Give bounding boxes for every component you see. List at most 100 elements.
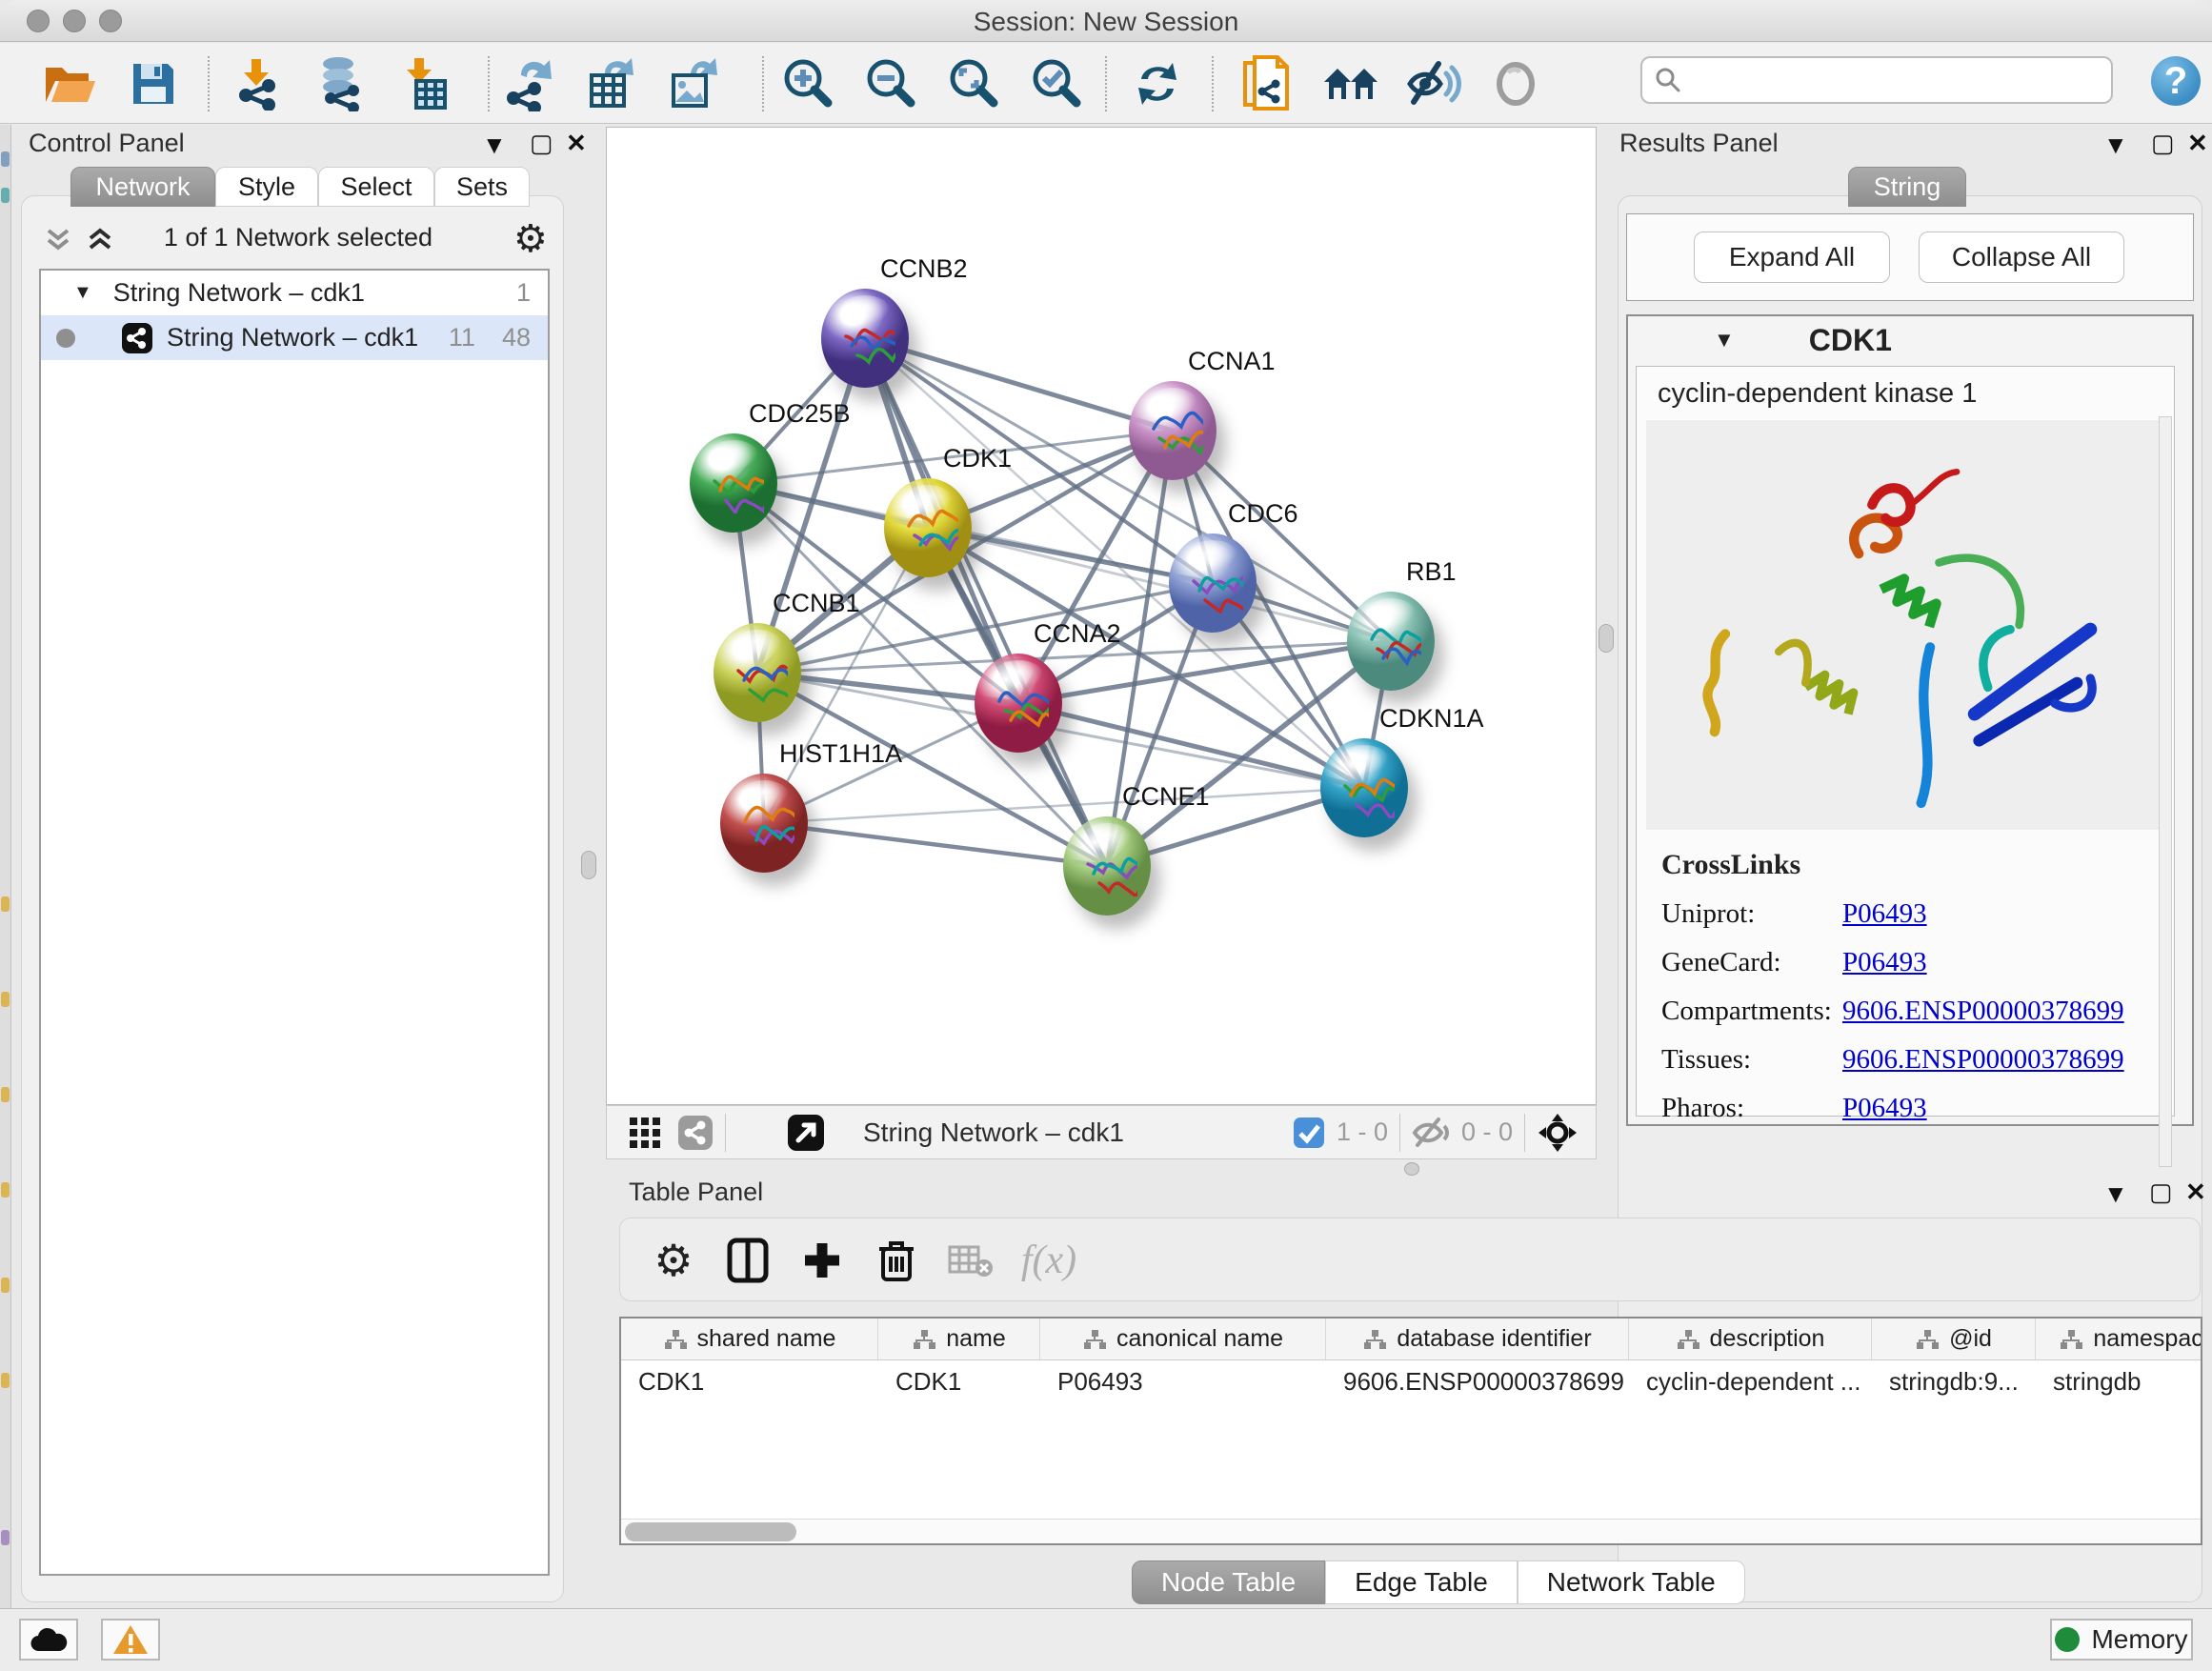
results-scrollbar[interactable] bbox=[2159, 416, 2172, 1167]
table-options-gear-icon[interactable]: ⚙ bbox=[645, 1232, 702, 1289]
column-header-canonicalname[interactable]: canonical name bbox=[1040, 1319, 1326, 1359]
crosslink-link[interactable]: P06493 bbox=[1842, 1093, 1927, 1124]
zoom-in-button[interactable] bbox=[775, 52, 838, 115]
table-row[interactable]: CDK1CDK1P064939606.ENSP00000378699cyclin… bbox=[621, 1360, 2202, 1402]
protein-node-cdkn1a[interactable] bbox=[1320, 738, 1408, 837]
copy-network-button[interactable] bbox=[1235, 52, 1297, 115]
table-cell[interactable]: 9606.ENSP00000378699 bbox=[1326, 1360, 1629, 1402]
protein-node-ccna1[interactable] bbox=[1129, 381, 1217, 480]
column-header-id[interactable]: @id bbox=[1872, 1319, 2036, 1359]
crosslink-link[interactable]: P06493 bbox=[1842, 947, 1927, 978]
collapse-all-button[interactable]: Collapse All bbox=[1919, 232, 2124, 283]
delete-table-icon[interactable] bbox=[942, 1232, 999, 1289]
hide-selected-button[interactable] bbox=[1402, 52, 1465, 115]
delete-column-trash-icon[interactable] bbox=[868, 1232, 925, 1289]
network-edge[interactable] bbox=[865, 338, 1173, 431]
section-expander-icon[interactable]: ▼ bbox=[1714, 328, 1735, 352]
network-edge[interactable] bbox=[757, 338, 865, 673]
table-cell[interactable]: stringdb:9... bbox=[1872, 1360, 2036, 1402]
search-input[interactable] bbox=[1682, 66, 2082, 95]
protein-node-ccna2[interactable] bbox=[975, 654, 1062, 753]
crosslink-link[interactable]: 9606.ENSP00000378699 bbox=[1842, 1044, 2124, 1076]
column-header-namespace[interactable]: namespace bbox=[2036, 1319, 2202, 1359]
table-cell[interactable]: P06493 bbox=[1040, 1360, 1326, 1402]
function-builder-icon[interactable]: f(x) bbox=[1020, 1232, 1077, 1289]
panel-menu-icon[interactable]: ▼ bbox=[482, 131, 507, 160]
gene-section-header[interactable]: ▼ CDK1 bbox=[1628, 316, 2192, 364]
network-view-canvas[interactable]: CCNB2 CCNA1 CDC25B CDK1 CDC6 RB1 CCNB1 C… bbox=[606, 127, 1597, 1105]
network-collection-row[interactable]: ▼ String Network – cdk1 1 bbox=[41, 271, 548, 315]
zoom-selected-button[interactable] bbox=[1024, 52, 1087, 115]
export-image-button[interactable] bbox=[661, 52, 724, 115]
left-splitter-handle[interactable] bbox=[581, 851, 596, 879]
tab-sets[interactable]: Sets bbox=[434, 167, 530, 207]
crosslink-link[interactable]: 9606.ENSP00000378699 bbox=[1842, 996, 2124, 1027]
table-cell[interactable]: CDK1 bbox=[621, 1360, 878, 1402]
panel-float-icon[interactable]: ▢ bbox=[2149, 1178, 2173, 1207]
column-header-name[interactable]: name bbox=[878, 1319, 1040, 1359]
protein-node-cdc25b[interactable] bbox=[690, 433, 777, 533]
import-network-database-button[interactable] bbox=[309, 52, 372, 115]
help-button[interactable]: ? bbox=[2151, 56, 2201, 106]
panel-close-icon[interactable]: ✕ bbox=[566, 129, 587, 158]
tab-node-table[interactable]: Node Table bbox=[1132, 1560, 1325, 1604]
expand-all-networks-icon[interactable] bbox=[87, 227, 115, 253]
import-table-file-button[interactable] bbox=[392, 52, 455, 115]
export-network-button[interactable] bbox=[499, 52, 562, 115]
warnings-button[interactable] bbox=[101, 1619, 160, 1661]
save-session-button[interactable] bbox=[122, 52, 185, 115]
protein-node-hist1h1a[interactable] bbox=[720, 774, 808, 873]
crosslink-link[interactable]: P06493 bbox=[1842, 898, 1927, 930]
tree-expander-icon[interactable]: ▼ bbox=[73, 282, 92, 304]
table-cell[interactable]: stringdb bbox=[2036, 1360, 2202, 1402]
network-edge[interactable] bbox=[764, 788, 1364, 823]
collapse-all-networks-icon[interactable] bbox=[45, 227, 73, 253]
protein-node-cdk1[interactable] bbox=[884, 478, 972, 577]
protein-node-ccne1[interactable] bbox=[1063, 816, 1151, 916]
first-neighbors-button[interactable] bbox=[1320, 52, 1383, 115]
panel-float-icon[interactable]: ▢ bbox=[530, 129, 553, 158]
table-horizontal-scrollbar[interactable] bbox=[621, 1519, 2201, 1543]
panel-menu-icon[interactable]: ▼ bbox=[2103, 131, 2128, 160]
network-row[interactable]: String Network – cdk1 11 48 bbox=[41, 315, 548, 360]
zoom-out-button[interactable] bbox=[858, 52, 921, 115]
memory-button[interactable]: Memory bbox=[2050, 1619, 2193, 1661]
tab-select[interactable]: Select bbox=[318, 167, 434, 207]
open-in-new-window-icon[interactable] bbox=[787, 1114, 825, 1152]
tab-style[interactable]: Style bbox=[215, 167, 318, 207]
network-options-gear-icon[interactable]: ⚙ bbox=[513, 217, 548, 261]
show-all-button[interactable] bbox=[1484, 52, 1547, 115]
protein-node-cdc6[interactable] bbox=[1169, 534, 1257, 633]
tab-edge-table[interactable]: Edge Table bbox=[1325, 1560, 1518, 1604]
show-columns-icon[interactable] bbox=[719, 1232, 776, 1289]
column-header-databaseidentifier[interactable]: database identifier bbox=[1326, 1319, 1629, 1359]
protein-node-ccnb2[interactable] bbox=[821, 289, 909, 388]
expand-all-button[interactable]: Expand All bbox=[1694, 232, 1890, 283]
panel-float-icon[interactable]: ▢ bbox=[2151, 129, 2175, 158]
import-network-file-button[interactable] bbox=[227, 52, 290, 115]
table-cell[interactable]: cyclin-dependent ... bbox=[1629, 1360, 1872, 1402]
open-session-button[interactable] bbox=[38, 52, 101, 115]
cloud-button[interactable] bbox=[19, 1619, 78, 1661]
protein-node-ccnb1[interactable] bbox=[714, 623, 801, 722]
apply-layout-button[interactable] bbox=[1126, 52, 1189, 115]
add-column-icon[interactable] bbox=[794, 1232, 851, 1289]
scrollbar-thumb[interactable] bbox=[625, 1522, 796, 1541]
panel-close-icon[interactable]: ✕ bbox=[2187, 129, 2208, 158]
column-header-description[interactable]: description bbox=[1629, 1319, 1872, 1359]
birdseye-grid-icon[interactable] bbox=[628, 1116, 662, 1150]
fit-content-crosshair-icon[interactable] bbox=[1537, 1112, 1579, 1154]
tab-string[interactable]: String bbox=[1848, 167, 1966, 207]
tab-network-table[interactable]: Network Table bbox=[1518, 1560, 1745, 1604]
tab-network[interactable]: Network bbox=[70, 167, 215, 207]
network-edge[interactable] bbox=[865, 338, 1107, 866]
table-cell[interactable]: CDK1 bbox=[878, 1360, 1040, 1402]
column-header-sharedname[interactable]: shared name bbox=[621, 1319, 878, 1359]
panel-close-icon[interactable]: ✕ bbox=[2185, 1178, 2206, 1207]
panel-menu-icon[interactable]: ▼ bbox=[2103, 1179, 2128, 1209]
selected-checkbox-icon[interactable] bbox=[1293, 1117, 1325, 1149]
export-table-button[interactable] bbox=[579, 52, 642, 115]
zoom-fit-button[interactable] bbox=[941, 52, 1004, 115]
network-edge[interactable] bbox=[764, 823, 1107, 866]
network-overview-icon[interactable] bbox=[677, 1115, 714, 1151]
